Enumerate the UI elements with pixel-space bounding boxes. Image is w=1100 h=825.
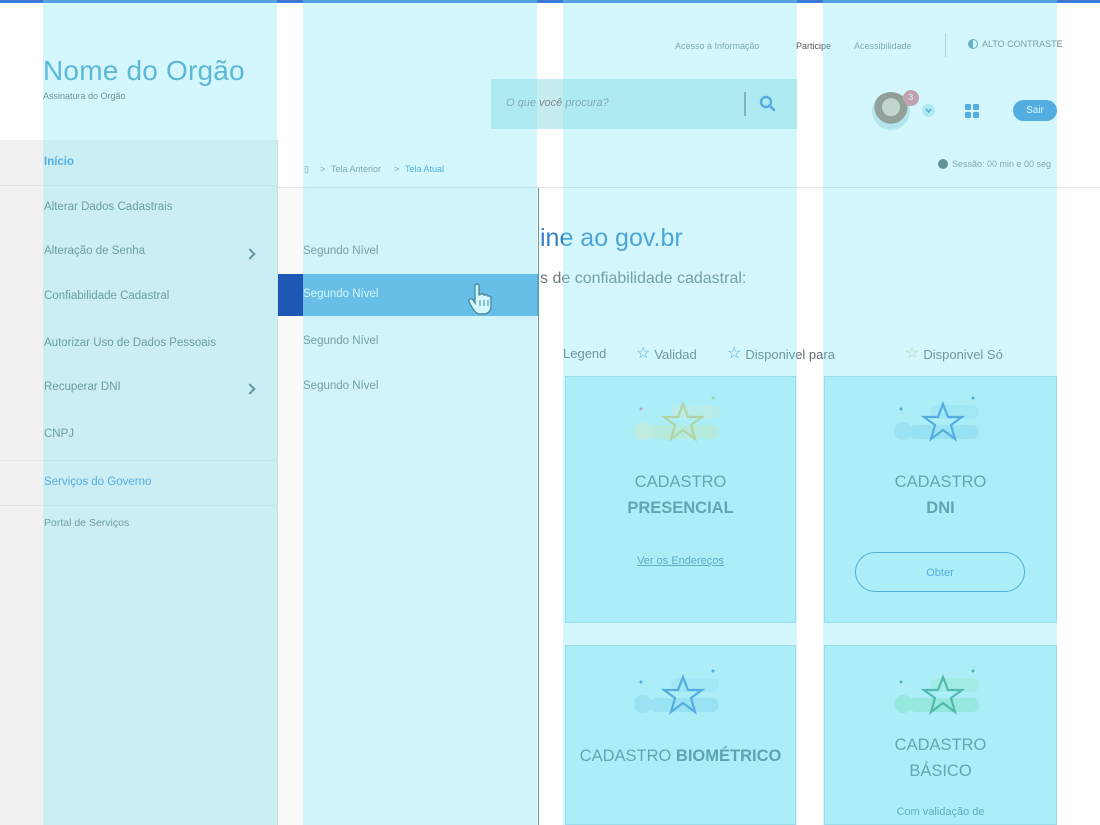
notification-badge[interactable]: 3 [903,90,919,106]
home-icon[interactable]: ▯ [304,164,309,175]
star-icon: ☆ [636,345,651,362]
legend-label: Disponivel Só [923,346,1003,362]
chevron-right-icon [244,383,256,395]
obter-button[interactable]: Obter [855,552,1025,592]
sidebar-item-alteracao-senha[interactable]: Alteração de Senha [44,245,145,257]
clock-icon [938,159,948,169]
sidebar-item-servicos-governo[interactable]: Serviços do Governo [44,476,151,488]
contrast-label: ALTO CONTRASTE [982,39,1063,49]
star-icon: ☆ [905,345,920,362]
card-title-line1: CADASTRO [894,736,987,754]
submenu-item[interactable]: Segundo Nível [303,335,378,347]
sidebar-item-cnpj[interactable]: CNPJ [44,428,74,440]
card-cadastro-dni: CADASTRO DNI Obter [824,376,1057,623]
legend-title: Legend [563,346,606,361]
logout-button[interactable]: Sair [1013,100,1057,121]
org-name[interactable]: Nome do Orgão [43,55,245,87]
header: Nome do Orgão Assinatura do Orgão Acesso… [0,3,1100,140]
card-title: CADASTRO BIOMÉTRICO [566,743,795,769]
sidebar-menu: Início Alterar Dados Cadastrais Alteraçã… [0,140,278,825]
org-subtitle: Assinatura do Orgão [43,91,126,101]
legend-label: Validad [654,346,697,362]
card-title-part: CADASTRO [579,747,676,765]
legend-item-disponivel-so: ☆ Disponivel Só [905,346,1003,362]
sidebar-divider [0,505,278,506]
link-acesso-informacao[interactable]: Acesso à Informação [675,41,760,51]
star-illustration-icon [893,669,979,715]
breadcrumb-previous[interactable]: Tela Anterior [331,164,381,174]
star-illustration-icon [633,396,719,442]
contrast-icon [968,39,978,49]
breadcrumb-current: Tela Atual [405,164,445,174]
page-title: ine ao gov.br [540,224,683,252]
sidebar-divider [0,185,278,186]
star-icon: ☆ [727,345,742,362]
sidebar-item-autorizar-dados[interactable]: Autorizar Uso de Dados Pessoais [44,337,216,349]
page-subtitle: s de confiabilidade cadastral: [540,270,747,287]
session-timer: Sessão: 00 min e 00 seg [938,159,1051,169]
sidebar-item-inicio[interactable]: Início [44,156,74,168]
search-icon[interactable] [759,95,777,118]
sidebar-divider [0,460,278,461]
link-participe[interactable]: Participe [796,41,831,51]
sidebar-item-confiabilidade[interactable]: Confiabilidade Cadastral [44,290,169,302]
star-illustration-icon [893,396,979,442]
card-cadastro-biometrico: CADASTRO BIOMÉTRICO [565,645,796,825]
card-cadastro-basico: CADASTRO BÁSICO Com validação de [824,645,1057,825]
link-acessibilidade[interactable]: Acessibilidade [854,41,912,51]
header-divider [945,33,946,57]
submenu-item[interactable]: Segundo Nível [303,245,378,257]
sidebar-item-recuperar-dni[interactable]: Recuperar DNI [44,381,121,393]
search-divider [744,92,746,116]
star-illustration-icon [633,669,719,715]
high-contrast-toggle[interactable]: ALTO CONTRASTE [968,39,1063,49]
submenu-item-active[interactable]: Segundo Nível [278,274,538,316]
submenu-item[interactable]: Segundo Nível [303,380,378,392]
ver-enderecos-link[interactable]: Ver os Endereços [566,555,795,567]
card-title-emphasis: BIOMÉTRICO [675,747,782,765]
chevron-down-icon[interactable] [922,104,935,117]
card-title-line1: CADASTRO [894,473,987,491]
active-indicator [278,274,303,316]
breadcrumb-separator: > [394,164,400,174]
hand-cursor-icon [466,282,494,321]
session-text: Sessão: 00 min e 00 seg [952,159,1052,169]
search-input[interactable]: O que você procura? [506,97,609,109]
apps-grid-icon[interactable] [965,104,979,118]
card-cadastro-presencial: CADASTRO PRESENCIAL Ver os Endereços [565,376,796,623]
card-title-line2: PRESENCIAL [627,499,734,517]
breadcrumb-separator: > [320,164,326,174]
legend-item-disponivel-para: ☆ Disponivel para [727,346,835,362]
legend-item-validade: ☆ Validad [636,346,697,362]
chevron-right-icon [244,248,256,260]
breadcrumb: ▯ > Tela Anterior > Tela Atual Sessão: 0… [278,140,1100,188]
legend-label: Legend [563,346,607,361]
card-note: Com validação de [896,806,985,818]
sidebar-item-alterar-dados[interactable]: Alterar Dados Cadastrais [44,201,172,213]
sidebar-item-portal-servicos[interactable]: Portal de Serviços [44,517,129,529]
search-bar[interactable]: O que você procura? [491,79,797,129]
card-title-line1: CADASTRO [634,473,727,491]
card-title-line2: DNI [926,499,955,517]
submenu-item-label: Segundo Nível [303,288,379,300]
card-title-line2: BÁSICO [909,762,972,780]
submenu: Segundo Nível Segundo Nível Segundo Níve… [278,188,539,825]
legend-label: Disponivel para [745,346,835,362]
